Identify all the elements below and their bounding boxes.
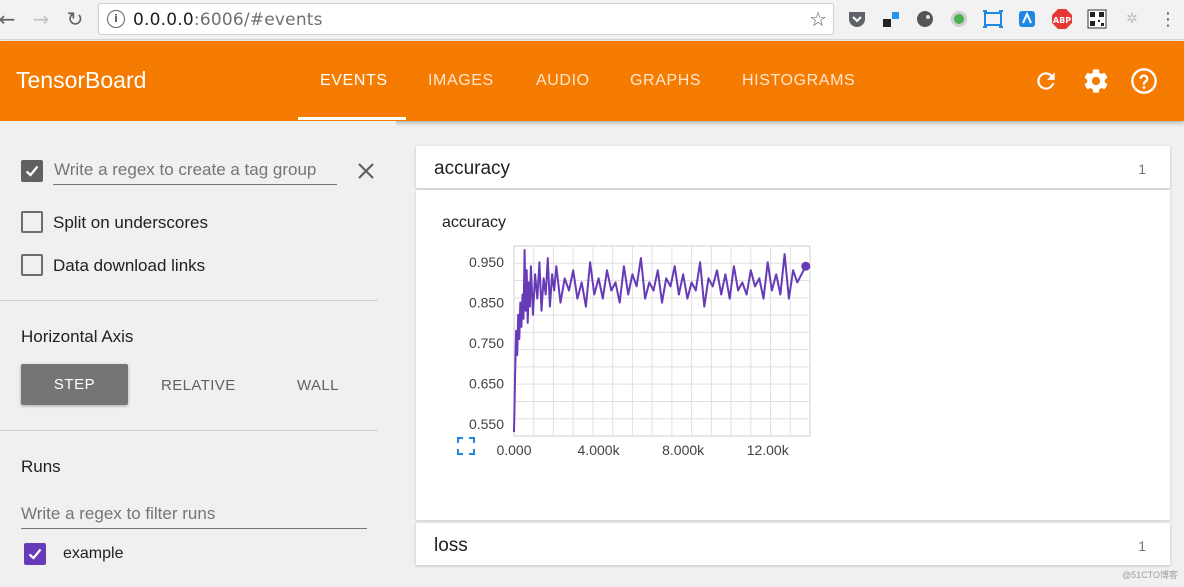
tag-group-input[interactable]: Write a regex to create a tag group <box>53 155 337 185</box>
tab-images[interactable]: IMAGES <box>428 72 494 90</box>
y-tick-label: 0.750 <box>469 335 504 351</box>
series-line-example <box>513 249 807 433</box>
card-title-accuracy: accuracy <box>434 158 511 179</box>
horizontal-axis-title: Horizontal Axis <box>21 327 134 346</box>
blue-shield-extension-icon[interactable] <box>1016 8 1038 30</box>
expand-chart-icon[interactable] <box>457 437 475 455</box>
runs-filter-placeholder: Write a regex to filter runs <box>21 504 216 523</box>
split-underscores-label: Split on underscores <box>53 213 208 232</box>
tab-events[interactable]: EVENTS <box>320 72 388 90</box>
card-count-accuracy: 1 <box>1138 161 1146 177</box>
axis-step-button[interactable]: STEP <box>21 364 128 405</box>
settings-gear-icon[interactable] <box>1082 67 1110 95</box>
run-example-label: example <box>63 545 124 562</box>
forward-arrow-icon[interactable]: → <box>28 6 54 32</box>
card-count-loss: 1 <box>1138 538 1146 554</box>
help-icon[interactable] <box>1130 67 1158 95</box>
runs-filter-input[interactable]: Write a regex to filter runs <box>21 499 367 529</box>
axis-wall-button[interactable]: WALL <box>297 377 339 394</box>
sidebar-divider <box>0 430 378 431</box>
split-underscores-checkbox[interactable] <box>21 211 43 233</box>
reload-icon[interactable]: ↻ <box>62 6 88 32</box>
data-download-label: Data download links <box>53 256 206 275</box>
run-example-checkbox[interactable] <box>24 543 46 565</box>
app-header: TensorBoard EVENTS IMAGES AUDIO GRAPHS H… <box>0 41 1184 121</box>
browser-toolbar: ← → ↻ i 0.0.0.0:6006/#events ☆ ABP ✲ ⋮ <box>0 0 1184 40</box>
svg-text:ABP: ABP <box>1053 16 1071 25</box>
evernote-extension-icon[interactable] <box>914 8 936 30</box>
watermark: @51CTO博客 <box>1122 570 1178 580</box>
back-arrow-icon[interactable]: ← <box>0 6 20 32</box>
refresh-icon[interactable] <box>1032 67 1060 95</box>
tag-group-placeholder: Write a regex to create a tag group <box>54 160 317 179</box>
y-tick-label: 0.550 <box>469 416 504 432</box>
y-tick-label: 0.850 <box>469 295 504 311</box>
tag-group-checkbox[interactable] <box>21 160 43 182</box>
loss-card-header[interactable]: loss 1 <box>416 523 1170 565</box>
pocket-extension-icon[interactable] <box>846 8 868 30</box>
x-tick-label: 0.000 <box>496 442 531 458</box>
x-tick-label: 8.000k <box>662 442 705 458</box>
info-icon[interactable]: i <box>107 10 125 28</box>
qr-code-extension-icon[interactable] <box>1086 8 1108 30</box>
blocks-extension-icon[interactable] <box>880 8 902 30</box>
app-title: TensorBoard <box>16 67 147 93</box>
accuracy-card-body: accuracy 0.550 0.650 0.750 0.850 0.950 0.000 4… <box>416 190 1170 520</box>
sidebar-divider <box>0 300 378 301</box>
tab-graphs[interactable]: GRAPHS <box>630 72 701 90</box>
tab-audio[interactable]: AUDIO <box>536 72 590 90</box>
tab-histograms[interactable]: HISTOGRAMS <box>742 72 855 90</box>
accuracy-chart[interactable]: 0.550 0.650 0.750 0.850 0.950 0.000 4.000k 8.00… <box>416 190 1170 520</box>
puzzle-extension-icon[interactable]: ✲ <box>1121 8 1143 30</box>
bookmark-star-icon[interactable]: ☆ <box>809 7 827 31</box>
x-tick-label: 4.000k <box>578 442 621 458</box>
accuracy-card-header[interactable]: accuracy 1 <box>416 146 1170 188</box>
sidebar: Write a regex to create a tag group Spli… <box>0 121 396 587</box>
url-text: 0.0.0.0:6006/#events <box>133 10 323 30</box>
card-title-loss: loss <box>434 535 468 556</box>
clear-x-icon[interactable] <box>356 161 376 186</box>
address-bar[interactable]: i 0.0.0.0:6006/#events ☆ <box>98 3 834 35</box>
y-tick-label: 0.950 <box>469 254 504 270</box>
x-tick-label: 12.00k <box>747 442 790 458</box>
runs-title: Runs <box>21 457 61 476</box>
browser-menu-icon[interactable]: ⋮ <box>1157 8 1179 30</box>
adblock-plus-icon[interactable]: ABP <box>1051 8 1073 30</box>
y-tick-label: 0.650 <box>469 375 504 391</box>
series-last-point <box>801 261 811 271</box>
active-tab-indicator <box>298 117 406 120</box>
data-download-checkbox[interactable] <box>21 254 43 276</box>
green-dot-extension-icon[interactable] <box>948 8 970 30</box>
screenshot-extension-icon[interactable] <box>982 8 1004 30</box>
axis-relative-button[interactable]: RELATIVE <box>161 377 236 394</box>
